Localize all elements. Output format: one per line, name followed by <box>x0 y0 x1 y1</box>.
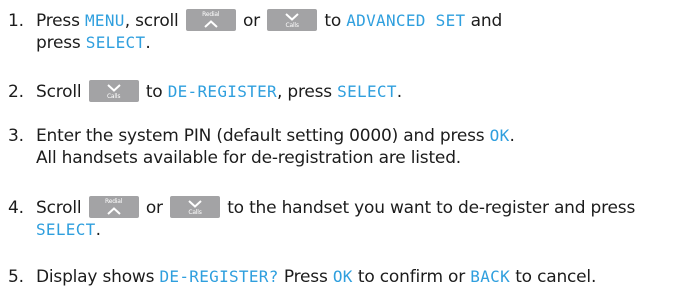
step-text: or <box>237 11 266 31</box>
step-2: 2. Scroll Calls to DE-REGISTER, press SEL… <box>8 80 402 103</box>
step-3-line-1: 3. Enter the system PIN (default setting … <box>8 125 515 147</box>
step-number: 3. <box>8 126 24 146</box>
step-5: 5. Display shows DE-REGISTER? Press OK to… <box>8 266 596 288</box>
chevron-down-icon <box>188 200 202 208</box>
step-text: Display shows <box>36 267 160 287</box>
step-3-line-2: All handsets available for de-registrati… <box>8 147 515 169</box>
step-text: . <box>509 126 515 146</box>
step-text: . <box>396 82 402 102</box>
calls-key-label: Calls <box>285 22 300 29</box>
display-text-de-register: DE-REGISTER <box>167 82 277 101</box>
display-text-back: BACK <box>470 267 510 286</box>
redial-key-label: Redial <box>105 198 123 205</box>
chevron-up-icon <box>106 207 121 215</box>
step-text: All handsets available for de-registrati… <box>36 148 461 168</box>
display-text-select: SELECT <box>36 220 96 239</box>
step-1-line-2: press SELECT. <box>8 32 502 54</box>
redial-key: Redial <box>185 9 236 31</box>
display-text-select: SELECT <box>337 82 397 101</box>
redial-key-label: Redial <box>202 11 220 18</box>
step-text: or <box>140 198 169 218</box>
calls-key: Calls <box>170 196 221 218</box>
display-text-ok: OK <box>489 126 510 145</box>
step-text: Scroll <box>36 198 87 218</box>
step-4-line-1: 4. Scroll Redial or Calls to the handset … <box>8 196 635 219</box>
step-text: , scroll <box>124 11 184 31</box>
step-2-line-1: 2. Scroll Calls to DE-REGISTER, press SEL… <box>8 80 402 103</box>
step-text: press <box>36 33 86 53</box>
step-text: to <box>140 82 168 102</box>
calls-key-label: Calls <box>188 209 202 216</box>
step-number: 1. <box>8 11 24 31</box>
step-text: Press <box>36 11 85 31</box>
step-text: and <box>465 11 503 31</box>
calls-key: Calls <box>267 9 318 31</box>
step-text: to <box>319 11 347 31</box>
display-text-menu: MENU <box>84 11 125 30</box>
chevron-up-icon <box>204 20 218 28</box>
step-text: to cancel. <box>510 267 597 287</box>
step-4: 4. Scroll Redial or Calls to the handset … <box>8 196 635 241</box>
step-4-line-2: SELECT. <box>8 219 635 241</box>
chevron-down-icon <box>285 13 299 21</box>
display-text-advanced-set: ADVANCED SET <box>346 11 466 30</box>
step-text: Scroll <box>36 82 87 102</box>
step-text: . <box>145 33 151 53</box>
step-text: to the handset you want to de-register a… <box>222 198 636 218</box>
step-1: 1. Press MENU, scroll Redial or Calls to … <box>8 9 502 54</box>
redial-key: Redial <box>88 196 139 218</box>
step-text: Enter the system PIN (default setting 00… <box>36 126 490 146</box>
display-text-de-register-query: DE-REGISTER? <box>159 267 279 286</box>
step-number: 5. <box>8 267 24 287</box>
step-3: 3. Enter the system PIN (default setting … <box>8 125 515 169</box>
display-text-select: SELECT <box>85 33 146 52</box>
calls-key: Calls <box>88 80 139 102</box>
chevron-down-icon <box>106 84 121 92</box>
step-5-line-1: 5. Display shows DE-REGISTER? Press OK to… <box>8 266 596 288</box>
step-text: to confirm or <box>352 267 471 287</box>
calls-key-label: Calls <box>106 93 121 100</box>
step-text: , press <box>276 82 338 102</box>
step-text: . <box>95 220 101 240</box>
step-text: Press <box>278 267 333 287</box>
step-number: 4. <box>8 198 24 218</box>
step-1-line-1: 1. Press MENU, scroll Redial or Calls to … <box>8 9 502 32</box>
step-number: 2. <box>8 82 24 102</box>
display-text-ok: OK <box>332 267 353 286</box>
